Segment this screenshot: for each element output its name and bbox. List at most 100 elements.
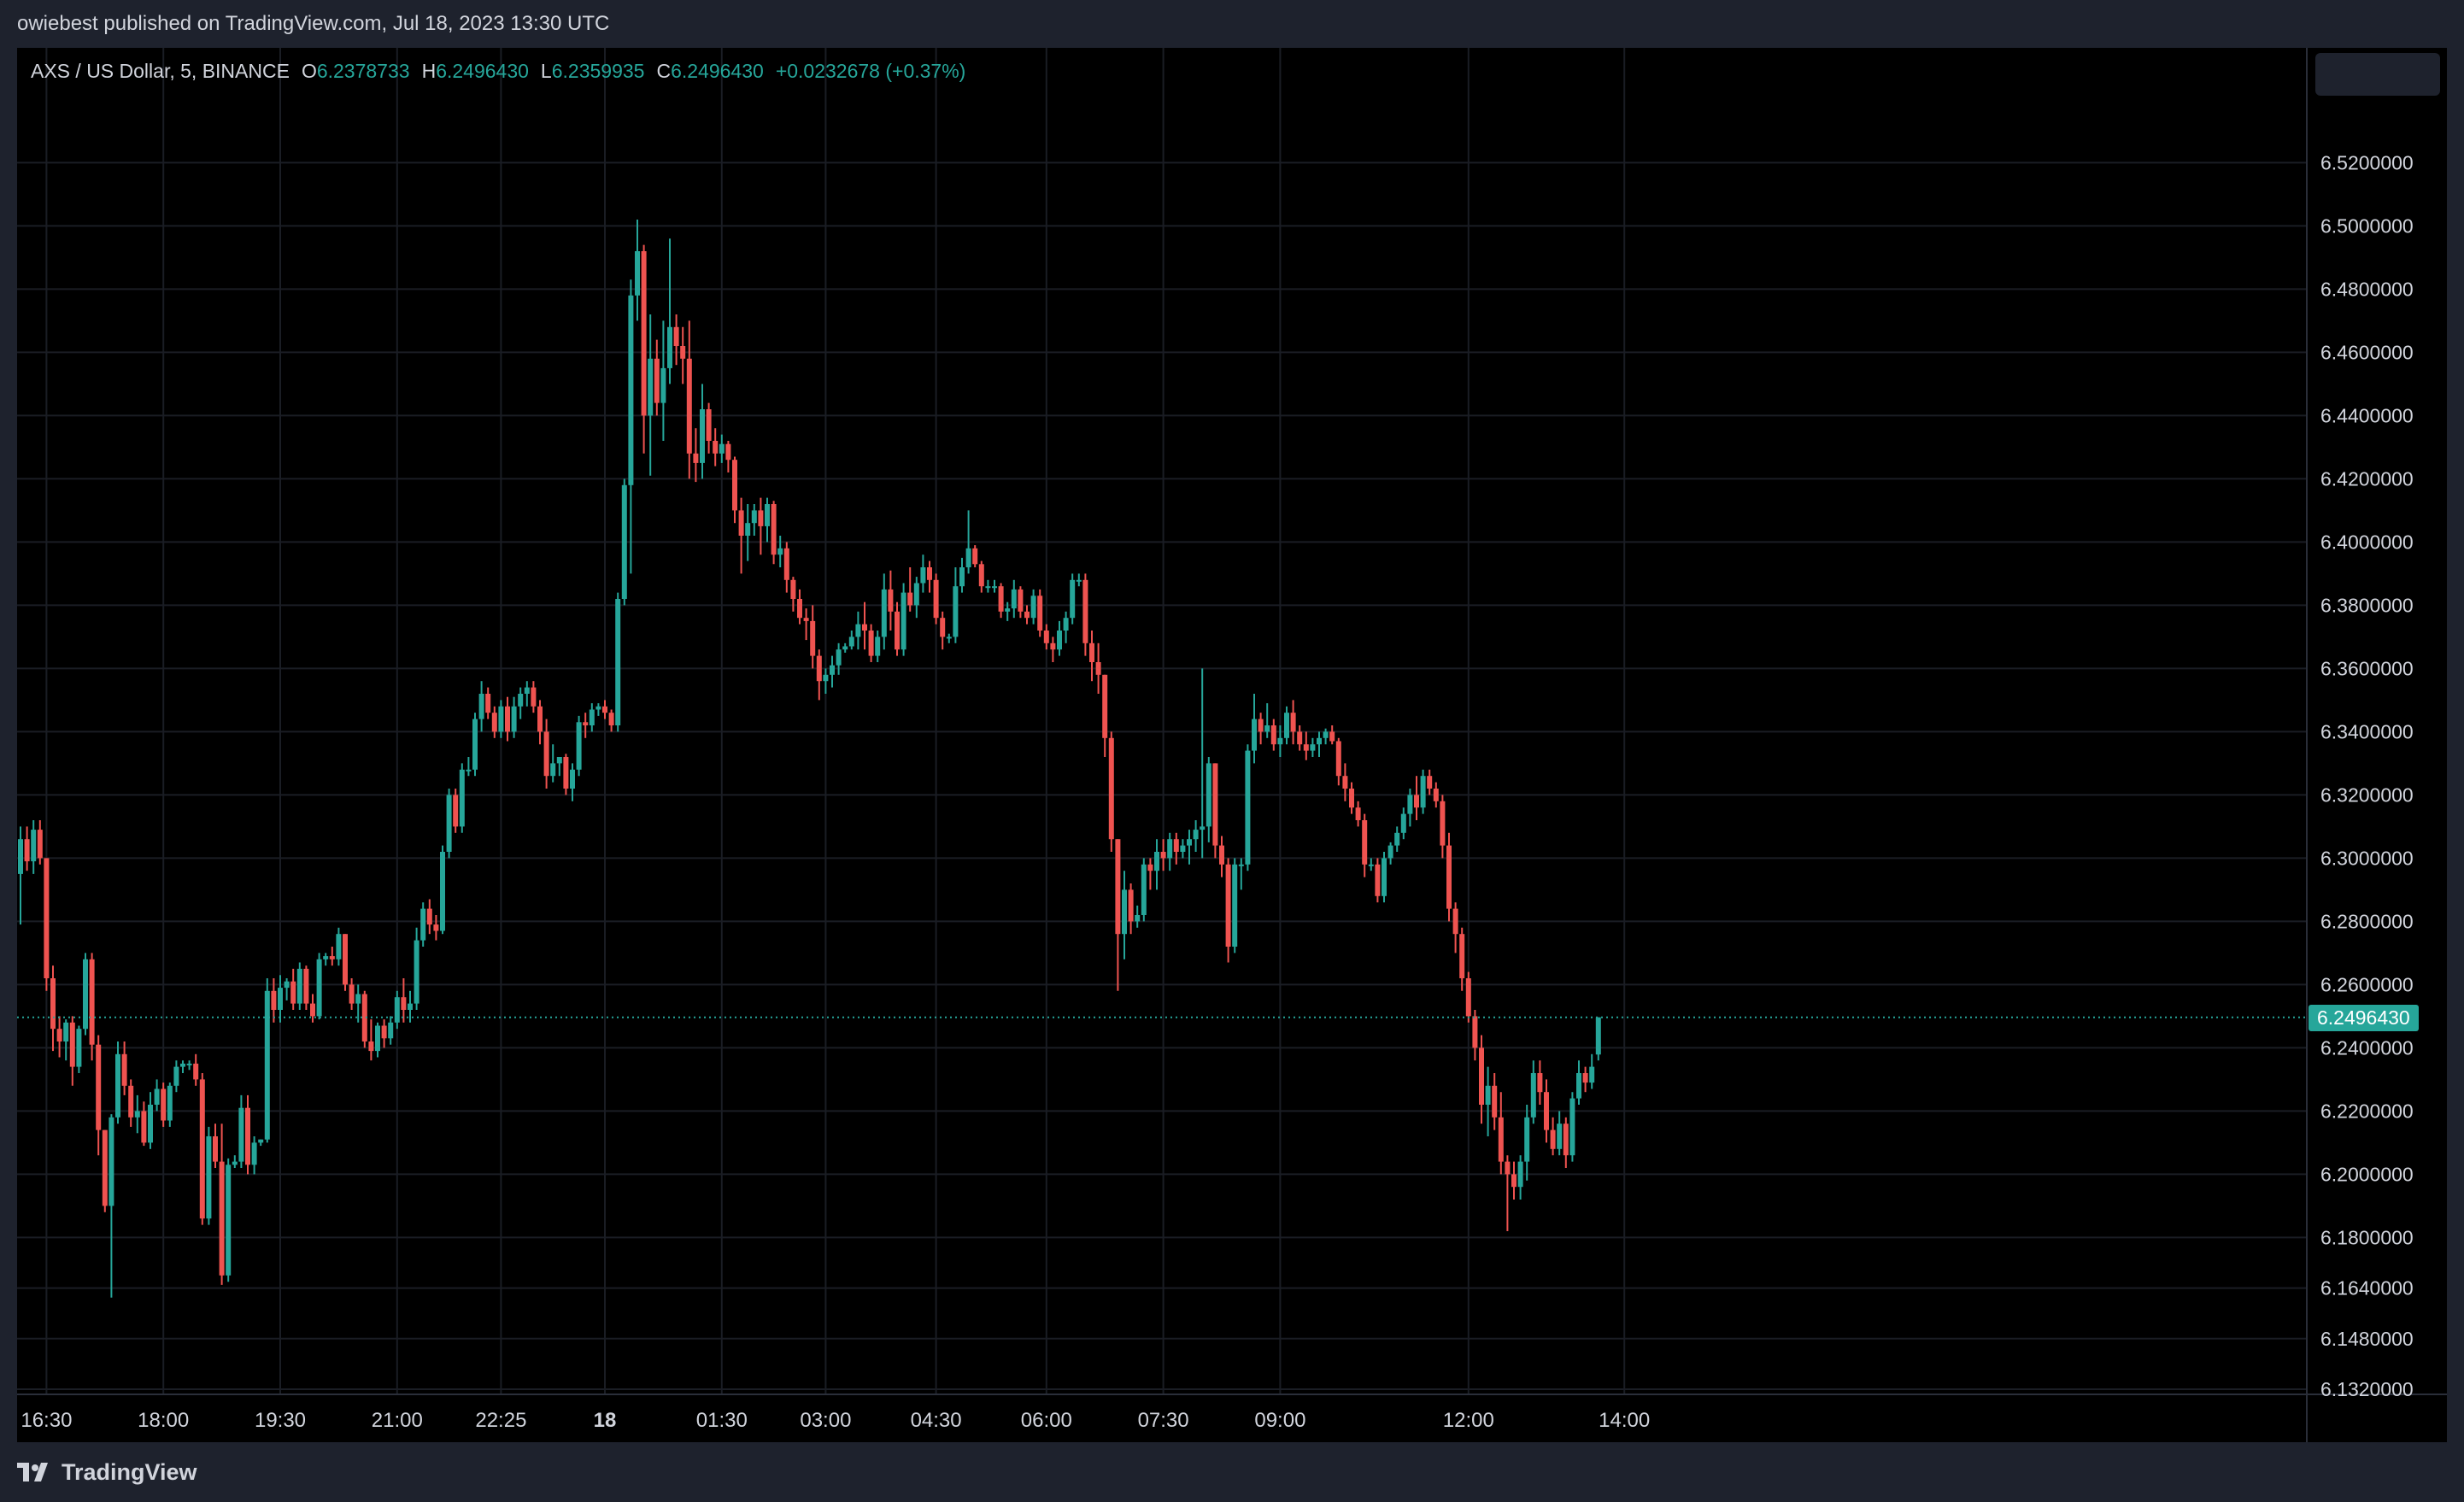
candle-body	[375, 1025, 380, 1052]
candle	[907, 567, 913, 612]
candle-body	[1472, 1016, 1478, 1048]
y-tick-label: 6.4400000	[2320, 404, 2414, 426]
candle-body	[965, 548, 971, 567]
scale-settings-button[interactable]	[2315, 53, 2440, 96]
close-label: C	[656, 60, 672, 82]
candlestick-chart[interactable]: 6.5200000 6.5000000 6.4800000 6.4600000 6.44…	[17, 48, 2447, 1442]
candle-body	[1537, 1073, 1543, 1093]
y-tick-label: 6.1800000	[2320, 1226, 2414, 1248]
candle	[466, 757, 472, 777]
candle-body	[680, 346, 686, 359]
candle-body	[628, 295, 634, 485]
candle	[602, 700, 607, 719]
candle-body	[466, 769, 472, 772]
candle	[855, 611, 861, 650]
candle	[1284, 706, 1289, 745]
candle	[953, 567, 959, 643]
candle-body	[109, 1117, 114, 1206]
candle	[128, 1079, 134, 1127]
candle-body	[368, 1041, 374, 1052]
candle	[361, 990, 367, 1048]
candle-body	[1160, 852, 1166, 859]
candle	[1160, 839, 1166, 871]
candle	[583, 713, 589, 738]
candle	[1394, 826, 1400, 852]
y-tick-label: 6.2200000	[2320, 1100, 2414, 1122]
chart-area[interactable]: 6.5200000 6.5000000 6.4800000 6.4600000 6.44…	[17, 48, 2447, 1442]
candle	[615, 592, 621, 732]
candle	[336, 927, 342, 966]
candle	[1037, 589, 1043, 637]
candle	[1102, 674, 1108, 757]
candle	[913, 577, 919, 619]
y-tick-label: 6.3800000	[2320, 594, 2414, 616]
candle-body	[1550, 1129, 1556, 1149]
candle-body	[732, 460, 737, 511]
candle-body	[343, 934, 348, 985]
candle-body	[550, 763, 556, 777]
candle	[783, 542, 789, 593]
candle	[1335, 737, 1341, 786]
x-tick-label: 03:00	[800, 1409, 851, 1432]
candle-body	[69, 1022, 75, 1067]
x-tick-label: 18	[594, 1409, 617, 1432]
candle-body	[1335, 741, 1341, 777]
y-tick-label: 6.2400000	[2320, 1036, 2414, 1059]
x-tick-label: 04:30	[911, 1409, 962, 1432]
candle	[1505, 1155, 1511, 1231]
symbol-name[interactable]: AXS / US Dollar, 5, BINANCE	[31, 60, 290, 83]
candle	[927, 560, 932, 593]
candle-body	[901, 592, 906, 650]
candle-body	[992, 586, 997, 589]
candle	[1141, 858, 1147, 922]
candle	[258, 1139, 264, 1147]
candle-body	[1355, 807, 1361, 820]
candle	[700, 384, 705, 479]
candle-body	[621, 484, 627, 599]
candle-body	[219, 1161, 225, 1276]
candle-body	[777, 548, 783, 555]
x-tick-label: 06:00	[1021, 1409, 1072, 1432]
candle	[381, 1019, 387, 1048]
candle-body	[751, 510, 757, 524]
candle-body	[206, 1136, 212, 1219]
candle	[745, 504, 751, 561]
candle-body	[414, 940, 419, 1004]
candle-body	[1368, 864, 1374, 866]
candle	[1187, 830, 1192, 865]
candle	[1557, 1111, 1563, 1156]
candle-body	[1206, 763, 1211, 827]
grid-lines	[17, 48, 2447, 1442]
candle-body	[96, 1044, 102, 1130]
candle-body	[310, 1003, 315, 1017]
candle	[790, 577, 796, 612]
candle-body	[1232, 864, 1238, 947]
candle	[453, 789, 459, 833]
candle-body	[1200, 826, 1206, 830]
candle	[830, 655, 835, 688]
candle	[1427, 769, 1433, 795]
candle	[713, 428, 719, 466]
candle-body	[771, 504, 777, 555]
candle	[343, 934, 348, 991]
candle-body	[836, 649, 842, 666]
candle	[648, 314, 654, 476]
candle-body	[1187, 839, 1192, 846]
candle	[875, 631, 881, 662]
candle	[810, 605, 816, 669]
candle-body	[1569, 1098, 1575, 1156]
candle-body	[875, 637, 881, 656]
candle	[1414, 776, 1419, 820]
candle-body	[1595, 1017, 1601, 1055]
tradingview-brand[interactable]: TradingView	[17, 1459, 197, 1486]
candle	[1368, 858, 1374, 871]
candle-body	[842, 646, 848, 650]
candle	[245, 1094, 250, 1175]
candle-body	[459, 769, 465, 827]
candle-body	[83, 959, 88, 1030]
candle	[550, 744, 556, 783]
candle	[1167, 832, 1173, 871]
candle-body	[648, 358, 654, 416]
candle-body	[1219, 845, 1224, 865]
candle-body	[1238, 864, 1244, 866]
